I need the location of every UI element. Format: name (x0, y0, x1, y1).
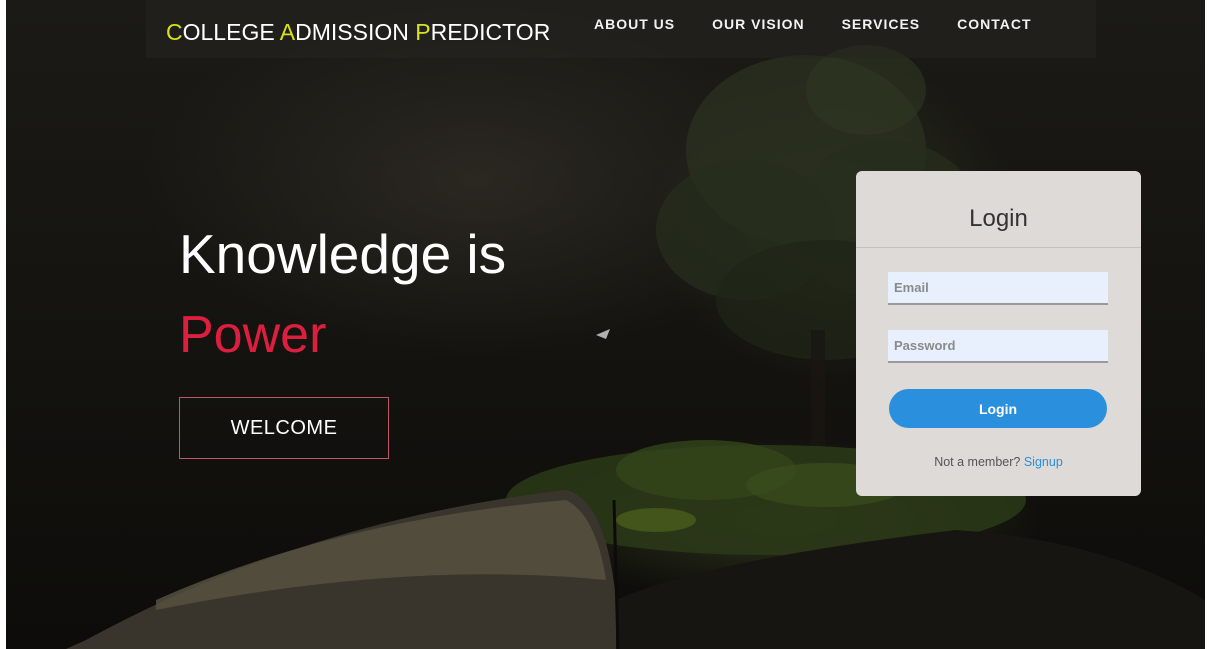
nav-link-contact[interactable]: CONTACT (957, 16, 1031, 32)
signup-prompt-row: Not a member? Signup (856, 455, 1141, 469)
nav-links: ABOUT US OUR VISION SERVICES CONTACT (594, 16, 1069, 32)
welcome-button[interactable]: WELCOME (179, 397, 389, 459)
signup-link[interactable]: Signup (1024, 455, 1063, 469)
password-field[interactable] (888, 330, 1108, 363)
hero-heading: Knowledge is (179, 223, 507, 285)
hero-background: COLLEGE ADMISSION PREDICTOR ABOUT US OUR… (6, 0, 1205, 649)
brand-initial: C (166, 19, 183, 45)
signup-prompt-text: Not a member? (934, 455, 1021, 469)
brand-word: OLLEGE (182, 19, 280, 45)
hero-heading-accent: Power (179, 306, 327, 364)
nav-link-services[interactable]: SERVICES (842, 16, 921, 32)
nav-link-about-us[interactable]: ABOUT US (594, 16, 675, 32)
login-title: Login (969, 205, 1028, 232)
login-button[interactable]: Login (889, 389, 1107, 428)
email-field[interactable] (888, 272, 1108, 305)
brand-initial: A (279, 19, 296, 45)
paper-bird-icon (596, 329, 610, 339)
top-navbar: COLLEGE ADMISSION PREDICTOR ABOUT US OUR… (146, 0, 1096, 58)
login-card: Login Login Not a member? Signup (856, 171, 1141, 496)
login-divider (856, 247, 1141, 248)
brand-word: REDICTOR (430, 19, 551, 45)
brand-logo-text[interactable]: COLLEGE ADMISSION PREDICTOR (166, 19, 550, 46)
nav-link-our-vision[interactable]: OUR VISION (712, 16, 804, 32)
brand-word: DMISSION (295, 19, 416, 45)
brand-initial: P (415, 19, 431, 45)
